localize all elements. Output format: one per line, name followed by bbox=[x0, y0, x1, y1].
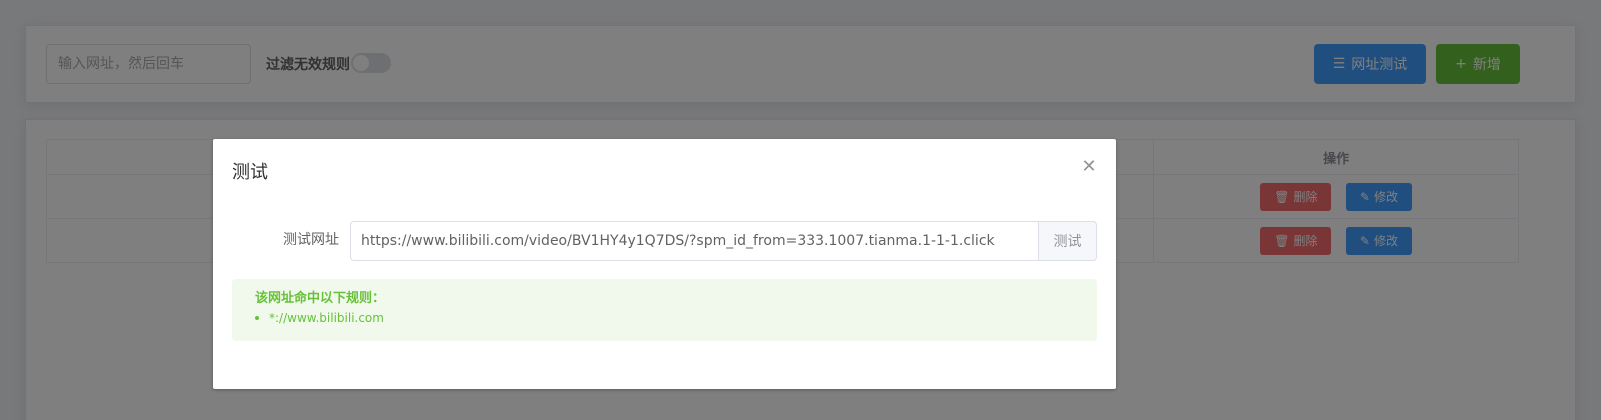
test-url-label: 测试网址 bbox=[283, 232, 339, 248]
matched-rule-text: *://www.bilibili.com bbox=[269, 311, 384, 325]
matched-rule-item: *://www.bilibili.com bbox=[255, 311, 384, 325]
dialog-title: 测试 bbox=[232, 162, 268, 183]
run-test-button[interactable]: 测试 bbox=[1038, 221, 1097, 261]
match-result-title: 该网址命中以下规则： bbox=[255, 291, 386, 306]
test-url-input-group: 测试 bbox=[350, 221, 1097, 261]
matched-rules-list: *://www.bilibili.com bbox=[255, 311, 384, 325]
test-url-input[interactable] bbox=[350, 221, 1038, 261]
test-dialog: 测试 ✕ 测试网址 测试 该网址命中以下规则： *://www.bilibili… bbox=[213, 139, 1116, 389]
close-icon[interactable]: ✕ bbox=[1081, 158, 1097, 176]
match-result-alert: 该网址命中以下规则： *://www.bilibili.com bbox=[232, 279, 1097, 341]
